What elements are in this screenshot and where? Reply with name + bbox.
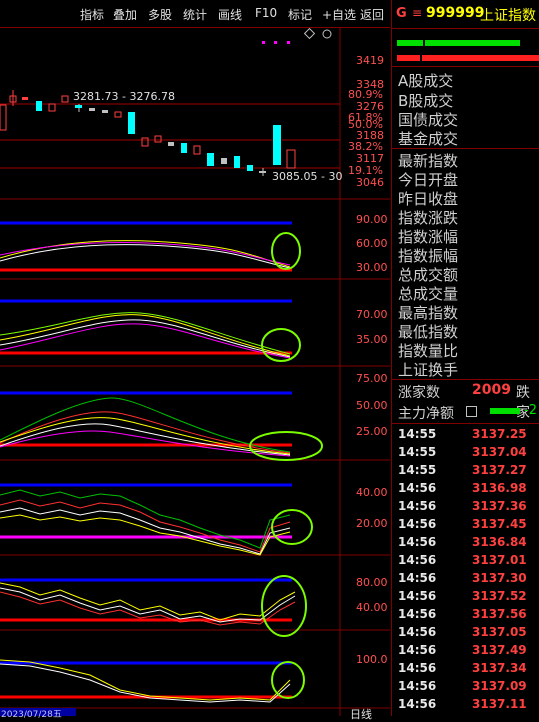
- panel4-axis-label: 20.00: [356, 517, 388, 530]
- bond-volume-label: 国债成交: [398, 111, 459, 129]
- index-name: 上证指数: [480, 8, 536, 24]
- tick-time: 14:56: [398, 499, 437, 513]
- tick-price: 3137.56: [472, 607, 527, 621]
- tick-price: 3137.45: [472, 517, 527, 531]
- tick-time: 14:56: [398, 697, 437, 711]
- turnover-volume-label: 总成交量: [398, 285, 459, 303]
- tick-price: 3137.25: [472, 427, 527, 441]
- panel4-axis-label: 40.00: [356, 486, 388, 499]
- tick-price: 3137.52: [472, 589, 527, 603]
- price-axis-label: 3046: [356, 176, 384, 189]
- low-index-label: 最低指数: [398, 323, 459, 341]
- net-flow-bar: [490, 408, 520, 414]
- advancers-value: 2009: [472, 382, 511, 398]
- high-index-label: 最高指数: [398, 304, 459, 322]
- panel2-axis-label: 35.00: [356, 333, 388, 346]
- tick-price: 3137.09: [472, 679, 527, 693]
- index-code: 999999: [426, 5, 485, 21]
- panel3-axis-label: 50.00: [356, 399, 388, 412]
- panel3-axis-label: 25.00: [356, 425, 388, 438]
- tick-price: 3137.36: [472, 499, 527, 513]
- panel2-axis-label: 70.00: [356, 308, 388, 321]
- green-volume-bar: [397, 40, 423, 46]
- tick-time: 14:56: [398, 481, 437, 495]
- date-label: 2023/07/28五: [1, 710, 62, 720]
- tick-price: 3137.27: [472, 463, 527, 477]
- net-flow-value: -2: [524, 403, 537, 418]
- tick-price: 3136.98: [472, 481, 527, 495]
- panel3-axis-label: 75.00: [356, 372, 388, 385]
- chart-canvas[interactable]: [0, 0, 390, 716]
- advancers-label: 涨家数: [398, 385, 440, 401]
- low-price-annotation: 3085.05 - 30: [272, 170, 343, 183]
- tick-time: 14:56: [398, 679, 437, 693]
- tick-time: 14:55: [398, 427, 437, 441]
- panel5-axis-label: 80.00: [356, 576, 388, 589]
- latest-index-label: 最新指数: [398, 152, 459, 170]
- turnover-rate-label: 上证换手: [398, 361, 459, 379]
- turnover-amount-label: 总成交额: [398, 266, 459, 284]
- panel1-axis-label: 60.00: [356, 237, 388, 250]
- panel1-axis-label: 90.00: [356, 213, 388, 226]
- tick-time: 14:55: [398, 463, 437, 477]
- diamond-icon[interactable]: [303, 27, 316, 40]
- b-share-volume-label: B股成交: [398, 92, 454, 110]
- tick-time: 14:56: [398, 517, 437, 531]
- tick-time: 14:56: [398, 625, 437, 639]
- prev-close-label: 昨日收盘: [398, 190, 459, 208]
- tick-price: 3137.04: [472, 445, 527, 459]
- tick-time: 14:56: [398, 571, 437, 585]
- tick-time: 14:56: [398, 607, 437, 621]
- open-label: 今日开盘: [398, 171, 459, 189]
- panel6-axis-label: 100.0: [356, 653, 388, 666]
- tick-price: 3137.05: [472, 625, 527, 639]
- change-pct-label: 指数涨幅: [398, 228, 459, 246]
- tick-time: 14:55: [398, 445, 437, 459]
- tick-price: 3136.84: [472, 535, 527, 549]
- volume-ratio-label: 指数量比: [398, 342, 459, 360]
- tick-time: 14:56: [398, 643, 437, 657]
- g-label: G: [396, 6, 407, 21]
- list-icon[interactable]: [466, 406, 477, 417]
- red-volume-bar: [422, 55, 539, 61]
- tick-price: 3137.30: [472, 571, 527, 585]
- tick-time: 14:56: [398, 589, 437, 603]
- amplitude-label: 指数振幅: [398, 247, 459, 265]
- main-net-flow-label: 主力净额: [398, 406, 454, 422]
- circle-icon[interactable]: [322, 29, 332, 39]
- right-info-panel: G ≡ 999999 上证指数 A股成交 B股成交 国债成交 基金成交 最新指数…: [391, 0, 539, 716]
- tick-time: 14:56: [398, 535, 437, 549]
- magenta-dots-icon: [262, 41, 290, 44]
- tick-time: 14:56: [398, 661, 437, 675]
- panel1-axis-label: 30.00: [356, 261, 388, 274]
- price-axis-label: 3419: [356, 54, 384, 67]
- red-volume-bar: [397, 55, 420, 61]
- tick-price: 3137.49: [472, 643, 527, 657]
- high-price-annotation: 3281.73 - 3276.78: [73, 90, 175, 103]
- tick-price: 3137.34: [472, 661, 527, 675]
- period-label[interactable]: 日线: [350, 706, 372, 722]
- fund-volume-label: 基金成交: [398, 130, 459, 148]
- a-share-volume-label: A股成交: [398, 72, 454, 90]
- change-label: 指数涨跌: [398, 209, 459, 227]
- menu-icon[interactable]: ≡: [412, 6, 422, 20]
- tick-price: 3137.11: [472, 697, 527, 711]
- index-header: G ≡ 999999 上证指数: [392, 0, 539, 27]
- tick-time: 14:56: [398, 553, 437, 567]
- panel5-axis-label: 40.00: [356, 601, 388, 614]
- tick-price: 3137.01: [472, 553, 527, 567]
- green-volume-bar: [425, 40, 520, 46]
